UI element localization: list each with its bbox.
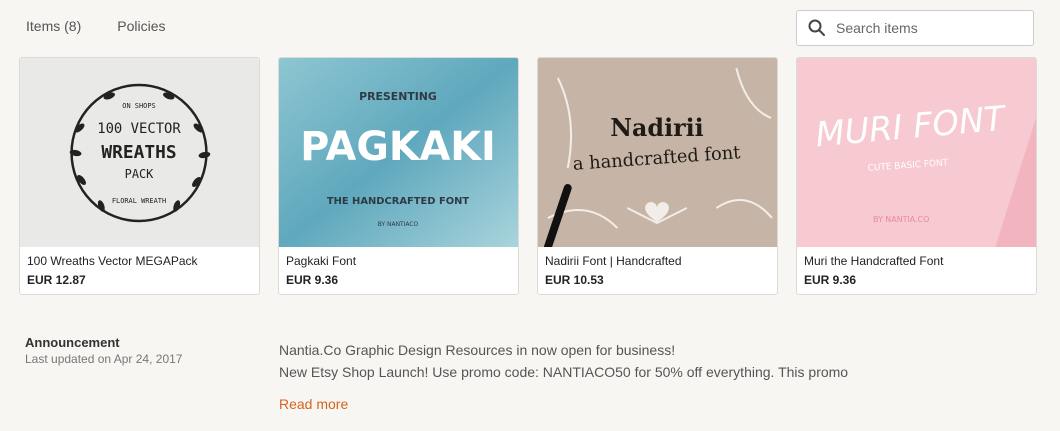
thumb-text: PACK — [125, 167, 154, 181]
item-price: EUR 12.87 — [27, 273, 86, 287]
item-thumbnail[interactable]: ON SHOPS 100 VECTOR WREATHS PACK FLORAL … — [20, 58, 259, 247]
announcement-header: Announcement Last updated on Apr 24, 201… — [25, 335, 182, 366]
announcement-line: Nantia.Co Graphic Design Resources in no… — [279, 342, 676, 358]
item-thumbnail[interactable]: Nadirii a handcrafted font — [538, 58, 777, 247]
thumb-text: FLORAL WREATH — [112, 197, 166, 205]
item-title[interactable]: Nadirii Font | Handcrafted — [545, 254, 682, 268]
search-icon — [808, 19, 825, 36]
shop-tabs: Items (8) Policies — [26, 18, 165, 34]
thumb-text: WREATHS — [101, 142, 176, 163]
announcement-line: New Etsy Shop Launch! Use promo code: NA… — [279, 364, 849, 380]
search-box[interactable] — [796, 10, 1034, 46]
announcement-updated: Last updated on Apr 24, 2017 — [25, 352, 183, 366]
thumb-text: BY NANTIACO — [378, 221, 419, 228]
thumb-text: 100 VECTOR — [97, 121, 181, 137]
thumb-text: THE HANDCRAFTED FONT — [327, 196, 470, 207]
item-card-wreaths[interactable]: ON SHOPS 100 VECTOR WREATHS PACK FLORAL … — [19, 57, 260, 295]
read-more-link[interactable]: Read more — [279, 396, 348, 412]
item-title[interactable]: 100 Wreaths Vector MEGAPack — [27, 254, 198, 268]
thumb-text: PRESENTING — [359, 90, 437, 103]
item-title[interactable]: Pagkaki Font — [286, 254, 356, 268]
item-thumbnail[interactable]: MURI FONT CUTE BASIC FONT BY NANTIA.CO — [797, 58, 1036, 247]
announcement-title: Announcement — [25, 335, 120, 350]
search-input[interactable] — [834, 19, 1018, 37]
item-title[interactable]: Muri the Handcrafted Font — [804, 254, 943, 268]
tab-items[interactable]: Items (8) — [26, 18, 81, 34]
item-card-nadirii[interactable]: Nadirii a handcrafted font Nadirii Font … — [537, 57, 778, 295]
tab-policies[interactable]: Policies — [117, 18, 165, 34]
thumb-text: BY NANTIA.CO — [873, 215, 929, 224]
announcement-body: Nantia.Co Graphic Design Resources in no… — [279, 339, 848, 383]
item-price: EUR 10.53 — [545, 273, 604, 287]
item-price: EUR 9.36 — [804, 273, 857, 287]
item-price: EUR 9.36 — [286, 273, 339, 287]
thumb-text: Nadirii — [610, 114, 703, 142]
item-card-muri[interactable]: MURI FONT CUTE BASIC FONT BY NANTIA.CO M… — [796, 57, 1037, 295]
item-card-pagkaki[interactable]: PRESENTING PAGKAKI THE HANDCRAFTED FONT … — [278, 57, 519, 295]
thumb-text: ON SHOPS — [122, 102, 155, 110]
thumb-text: PAGKAKI — [300, 124, 496, 170]
item-thumbnail[interactable]: PRESENTING PAGKAKI THE HANDCRAFTED FONT … — [279, 58, 518, 247]
